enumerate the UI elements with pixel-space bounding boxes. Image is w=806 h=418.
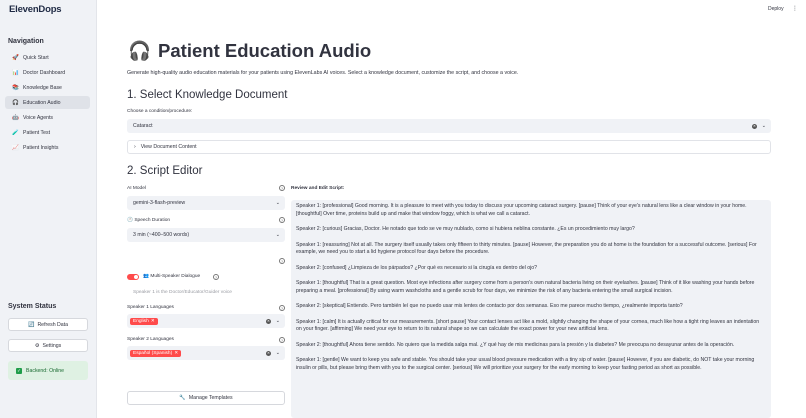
remove-tag-icon[interactable]: ✕: [151, 319, 155, 324]
help-icon[interactable]: ?: [213, 274, 219, 280]
chevron-down-icon[interactable]: ⌄: [762, 123, 766, 129]
help-icon[interactable]: ?: [279, 258, 285, 264]
language-tag[interactable]: English ✕: [130, 317, 158, 325]
sidebar-item-label: Patient Insights: [23, 145, 59, 152]
multi-speaker-hint: Speaker 1 is the Doctor/Educator/Guider …: [133, 290, 232, 295]
script-line: Speaker 1: [thoughtful] That is a great …: [296, 280, 755, 294]
speech-duration-text: Speech Duration: [134, 218, 171, 223]
chart-icon: 📈: [12, 145, 19, 152]
page-title: 🎧 Patient Education Audio: [128, 40, 371, 62]
backend-status-label: Backend: Online: [26, 367, 65, 374]
refresh-data-button[interactable]: 🔄 Refresh Data: [8, 318, 88, 331]
speaker1-languages-multiselect[interactable]: English ✕ ✕ ⌄: [127, 314, 285, 328]
help-icon[interactable]: ?: [279, 305, 285, 311]
backend-status-badge: ✓ Backend: Online: [8, 361, 88, 380]
script-line: Speaker 2: [thoughtful] Ahora tiene sent…: [296, 341, 735, 348]
ai-model-select[interactable]: gemini-3-flash-preview ⌄: [127, 196, 285, 210]
help-icon[interactable]: ?: [279, 217, 285, 223]
language-tag-label: English: [133, 318, 149, 324]
speaker2-languages-label: Speaker 2 Languages: [127, 337, 174, 342]
clear-icon[interactable]: ✕: [266, 318, 271, 324]
view-document-expander[interactable]: › View Document Content: [127, 140, 771, 154]
books-icon: 📚: [12, 84, 19, 91]
expander-label: View Document Content: [140, 144, 197, 150]
navigation-title: Navigation: [8, 38, 44, 45]
refresh-data-label: Refresh Data: [37, 321, 69, 328]
speech-duration-select[interactable]: 3 min (~400–500 words) ⌄: [127, 228, 285, 242]
sidebar: ElevenDops Navigation 🚀 Quick Start 📊 Do…: [0, 0, 97, 418]
condition-select[interactable]: Cataract ✕ ⌄: [127, 119, 771, 133]
nav-list: 🚀 Quick Start 📊 Doctor Dashboard 📚 Knowl…: [5, 51, 90, 157]
sidebar-item-doctor-dashboard[interactable]: 📊 Doctor Dashboard: [5, 66, 90, 79]
ai-model-label: AI Model: [127, 186, 146, 191]
script-line: Speaker 1: [professional] Good morning. …: [296, 203, 747, 217]
script-line: Speaker 2: [confused] ¿Limpieza de los p…: [296, 264, 538, 271]
multi-speaker-text: Multi-Speaker Dialogue: [150, 274, 201, 279]
sidebar-item-label: Quick Start: [23, 54, 49, 61]
clock-icon: 🕐: [127, 218, 133, 223]
app-logo[interactable]: ElevenDops: [9, 4, 62, 15]
remove-tag-icon[interactable]: ✕: [174, 351, 178, 356]
test-icon: 🧪: [12, 129, 19, 136]
chevron-down-icon[interactable]: ⌄: [276, 232, 280, 238]
dashboard-icon: 📊: [12, 69, 19, 76]
chevron-down-icon[interactable]: ⌄: [276, 200, 280, 206]
manage-templates-label: Manage Templates: [188, 395, 233, 401]
speech-duration-value: 3 min (~400–500 words): [133, 232, 190, 238]
script-line: Speaker 1: [gentle] We want to keep you …: [296, 357, 755, 371]
page-title-text: Patient Education Audio: [158, 40, 372, 61]
settings-button[interactable]: ⚙ Settings: [8, 339, 88, 352]
main-content: 🎧 Patient Education Audio Generate high-…: [97, 0, 806, 418]
clear-icon[interactable]: ✕: [266, 350, 271, 356]
gear-icon: ⚙: [34, 342, 40, 349]
section-select-document: 1. Select Knowledge Document: [127, 89, 288, 101]
clear-icon[interactable]: ✕: [752, 123, 757, 129]
headphones-icon: 🎧: [128, 40, 152, 61]
speaker2-languages-multiselect[interactable]: Español (Spanish) ✕ ✕ ⌄: [127, 346, 285, 360]
script-line: Speaker 2: [skeptical] Entiendo. Pero ta…: [296, 303, 683, 310]
script-line: Speaker 2: [curious] Gracias, Doctor. He…: [296, 226, 635, 233]
ai-model-value: gemini-3-flash-preview: [133, 200, 186, 206]
script-line: Speaker 1: [calm] It is actually critica…: [296, 318, 760, 333]
system-status-title: System Status: [8, 303, 57, 310]
script-line: Speaker 1: [reassuring] Not at all. The …: [296, 241, 757, 256]
help-icon[interactable]: ?: [279, 185, 285, 191]
speaker1-languages-label: Speaker 1 Languages: [127, 305, 174, 310]
chevron-down-icon[interactable]: ⌄: [276, 350, 280, 356]
section-script-editor: 2. Script Editor: [127, 165, 203, 177]
headphones-icon: 🎧: [12, 99, 19, 106]
script-textarea[interactable]: Speaker 1: [professional] Good morning. …: [291, 200, 771, 418]
manage-templates-button[interactable]: 🔧 Manage Templates: [127, 391, 285, 405]
users-icon: 👥: [143, 274, 149, 279]
sidebar-item-label: Knowledge Base: [23, 84, 62, 91]
sidebar-item-education-audio[interactable]: 🎧 Education Audio: [5, 96, 90, 110]
sidebar-item-label: Voice Agents: [23, 114, 53, 121]
help-icon[interactable]: ?: [279, 337, 285, 343]
sidebar-item-knowledge-base[interactable]: 📚 Knowledge Base: [5, 81, 90, 94]
condition-value: Cataract: [133, 123, 153, 129]
wrench-icon: 🔧: [179, 395, 186, 401]
refresh-icon: 🔄: [27, 321, 35, 328]
sidebar-item-label: Education Audio: [23, 99, 61, 106]
sidebar-item-patient-insights[interactable]: 📈 Patient Insights: [5, 142, 90, 155]
rocket-icon: 🚀: [12, 54, 19, 61]
page-subtitle: Generate high-quality audio education ma…: [127, 70, 519, 76]
chevron-down-icon[interactable]: ⌄: [276, 318, 280, 324]
check-icon: ✓: [16, 367, 22, 374]
sidebar-item-voice-agents[interactable]: 🤖 Voice Agents: [5, 111, 90, 124]
sidebar-item-quick-start[interactable]: 🚀 Quick Start: [5, 51, 90, 64]
review-script-label: Review and Edit Script:: [291, 186, 345, 191]
chevron-right-icon: ›: [134, 144, 136, 150]
language-tag-label: Español (Spanish): [133, 350, 173, 356]
speech-duration-label: 🕐 Speech Duration: [127, 218, 170, 223]
language-tag[interactable]: Español (Spanish) ✕: [130, 349, 182, 357]
bot-icon: 🤖: [12, 114, 19, 121]
settings-label: Settings: [42, 342, 62, 349]
sidebar-item-label: Patient Test: [23, 129, 51, 136]
sidebar-item-label: Doctor Dashboard: [23, 69, 66, 76]
sidebar-item-patient-test[interactable]: 🧪 Patient Test: [5, 126, 90, 139]
multi-speaker-label: 👥 Multi-Speaker Dialogue: [143, 274, 200, 279]
multi-speaker-toggle[interactable]: [127, 274, 139, 280]
condition-label: Choose a condition/procedure:: [127, 109, 193, 114]
